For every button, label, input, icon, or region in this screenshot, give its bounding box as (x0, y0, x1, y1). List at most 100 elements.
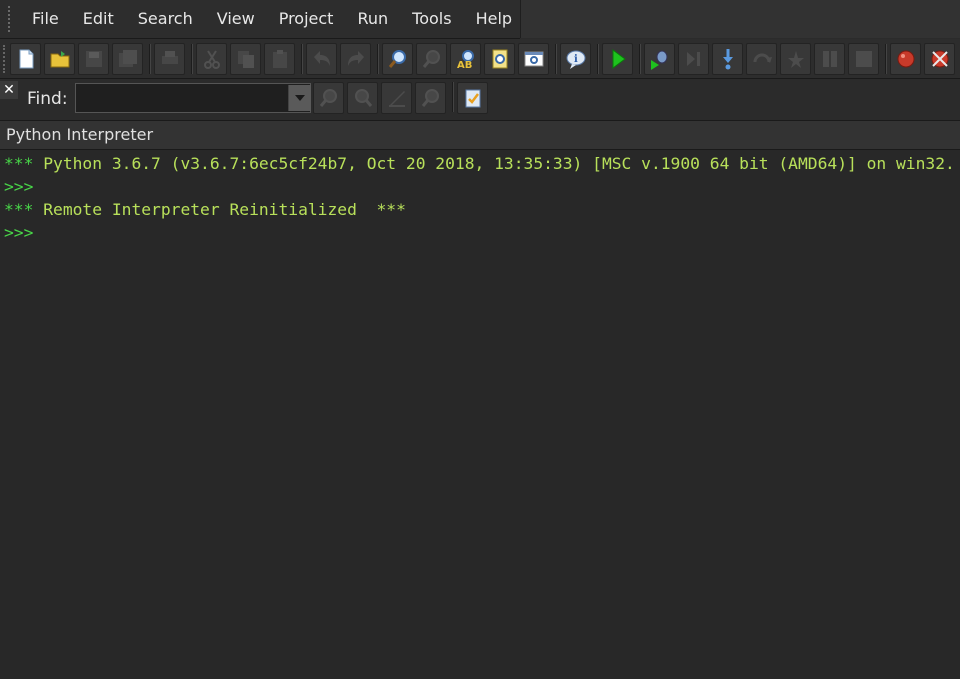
toolbar-separator (597, 43, 599, 74)
pause-button[interactable] (814, 42, 845, 75)
panel-title: Python Interpreter (6, 125, 154, 144)
save-all-button[interactable] (112, 42, 143, 75)
console-line: *** Remote Interpreter Reinitialized *** (4, 199, 406, 221)
interpreter-console[interactable]: *** Python 3.6.7 (v3.6.7:6ec5cf24b7, Oct… (0, 150, 960, 679)
clear-breakpoints-icon (931, 50, 948, 67)
menu-bar: File Edit Search View Project Run Tools … (0, 0, 520, 39)
browser-icon (524, 51, 543, 66)
debug-button[interactable] (644, 42, 675, 75)
main-toolbar: AB i (0, 39, 960, 79)
print-button[interactable] (154, 42, 185, 75)
console-prompt: *** (4, 154, 34, 173)
menu-view[interactable]: View (205, 0, 267, 38)
debug-icon (650, 50, 667, 70)
new-file-button[interactable] (10, 42, 41, 75)
pause-icon (822, 50, 837, 67)
run-button[interactable] (602, 42, 633, 75)
toolbar-separator (452, 82, 454, 112)
run-icon (612, 48, 626, 69)
toolbar-separator (555, 43, 557, 74)
breakpoint-button[interactable] (890, 42, 921, 75)
stop-icon (855, 50, 872, 67)
find-label: Find: (27, 89, 68, 109)
find-button[interactable] (382, 42, 413, 75)
console-text: Remote Interpreter Reinitialized *** (33, 200, 406, 219)
open-button[interactable] (44, 42, 75, 75)
console-line: *** Python 3.6.7 (v3.6.7:6ec5cf24b7, Oct… (4, 153, 955, 175)
menu-help[interactable]: Help (464, 0, 524, 38)
find-icon (388, 49, 406, 68)
close-find-icon[interactable]: ✕ (0, 81, 18, 99)
redo-button[interactable] (340, 42, 371, 75)
step-over-icon (686, 51, 700, 66)
find-options-icon (465, 89, 480, 108)
console-prompt: *** (4, 200, 34, 219)
highlight-icon (388, 91, 405, 107)
cut-icon (203, 49, 220, 69)
replace-button[interactable]: AB (450, 42, 481, 75)
highlight-button[interactable] (381, 82, 412, 114)
menu-search[interactable]: Search (126, 0, 205, 38)
undo-button[interactable] (306, 42, 337, 75)
find-options-button[interactable] (457, 82, 488, 114)
info-icon: i (566, 50, 585, 69)
find-input[interactable] (75, 83, 311, 113)
breakpoint-icon (897, 50, 914, 67)
find-next-icon (422, 49, 440, 68)
browser-button[interactable] (518, 42, 549, 75)
open-folder-icon (50, 50, 69, 67)
find-previous-button[interactable] (347, 82, 378, 114)
save-button[interactable] (78, 42, 109, 75)
step-over-button[interactable] (678, 42, 709, 75)
toolbar-separator (377, 43, 379, 74)
menu-edit[interactable]: Edit (71, 0, 126, 38)
new-file-icon (19, 49, 33, 68)
toolbar-separator (639, 43, 641, 74)
menu-project[interactable]: Project (267, 0, 346, 38)
svg-text:i: i (574, 54, 578, 65)
console-prompt: >>> (4, 177, 34, 196)
menu-run[interactable]: Run (345, 0, 400, 38)
redo-icon (347, 50, 364, 66)
clear-breakpoints-button[interactable] (924, 42, 955, 75)
console-prompt: >>> (4, 223, 34, 242)
find-previous-icon (354, 89, 372, 107)
info-button[interactable]: i (560, 42, 591, 75)
find-in-files-icon (492, 49, 507, 68)
chevron-down-icon (295, 95, 305, 101)
save-all-icon (118, 49, 137, 67)
find-next-button[interactable] (416, 42, 447, 75)
menu-bar-filler (520, 0, 960, 38)
replace-icon: AB (457, 49, 474, 70)
panel-header: Python Interpreter (0, 121, 960, 150)
toolbar-separator (885, 43, 887, 74)
menu-tools[interactable]: Tools (400, 0, 463, 38)
find-next-button[interactable] (313, 82, 344, 114)
menu-file[interactable]: File (20, 0, 71, 38)
step-into-button[interactable] (712, 42, 743, 75)
console-line: >>> (4, 176, 33, 198)
stop-button[interactable] (848, 42, 879, 75)
cut-button[interactable] (196, 42, 227, 75)
step-out-button[interactable] (746, 42, 777, 75)
find-in-files-button[interactable] (484, 42, 515, 75)
toolbar-separator (149, 43, 151, 74)
find-bar: ✕ Find: (0, 79, 960, 121)
find-toolbar (313, 82, 491, 114)
print-icon (161, 50, 178, 64)
toolbar-separator (191, 43, 193, 74)
step-into-icon (722, 48, 733, 69)
run-to-cursor-button[interactable] (780, 42, 811, 75)
paste-button[interactable] (264, 42, 295, 75)
menu-grip[interactable] (8, 6, 10, 32)
copy-button[interactable] (230, 42, 261, 75)
console-line: >>> (4, 222, 33, 244)
mark-all-icon (421, 89, 439, 107)
undo-icon (313, 50, 330, 66)
paste-icon (272, 49, 287, 68)
find-dropdown-button[interactable] (288, 85, 311, 111)
toolbar-grip[interactable] (3, 44, 8, 73)
mark-all-button[interactable] (415, 82, 446, 114)
toolbar-separator (301, 43, 303, 74)
find-next-icon (319, 89, 337, 107)
